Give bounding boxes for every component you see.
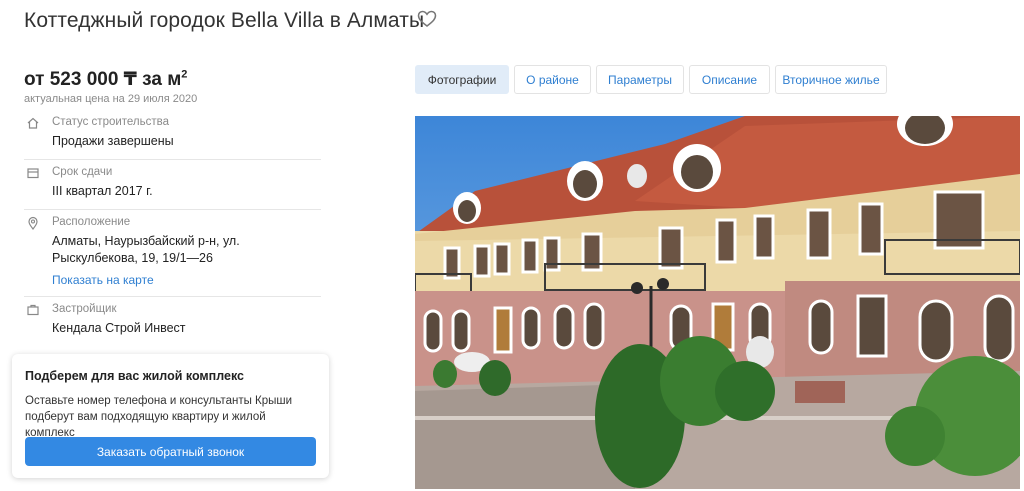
- info-item-developer: Застройщик Кендала Строй Инвест: [24, 297, 321, 346]
- price-unit-superscript: 2: [181, 68, 188, 81]
- status-label: Статус строительства: [52, 116, 170, 128]
- info-item-status: Статус строительства Продажи завершены: [24, 110, 321, 160]
- favorite-heart-icon[interactable]: [417, 10, 437, 28]
- info-list: Статус строительства Продажи завершены С…: [24, 110, 321, 346]
- callback-card: Подберем для вас жилой комплекс Оставьте…: [12, 354, 329, 478]
- show-on-map-link[interactable]: Показать на карте: [52, 273, 321, 287]
- page-header: Коттеджный городок Bella Villa в Алматы: [24, 8, 424, 34]
- deadline-label: Срок сдачи: [52, 166, 113, 178]
- home-icon: [26, 116, 40, 130]
- tab-bar: Фотографии О районе Параметры Описание В…: [415, 65, 887, 94]
- location-value: Алматы, Наурызбайский р-н, ул. Рыскулбек…: [52, 234, 240, 265]
- page-title: Коттеджный городок Bella Villa в Алматы: [24, 9, 425, 32]
- callback-text: Оставьте номер телефона и консультанты К…: [25, 395, 293, 439]
- tab-description[interactable]: Описание: [689, 65, 770, 94]
- status-value: Продажи завершены: [52, 134, 174, 148]
- location-label: Расположение: [52, 216, 131, 228]
- request-callback-button[interactable]: Заказать обратный звонок: [25, 437, 316, 466]
- price-value: от 523 000 ₸ за м: [24, 69, 182, 90]
- developer-label: Застройщик: [52, 303, 117, 315]
- info-item-deadline: Срок сдачи III квартал 2017 г.: [24, 160, 321, 210]
- callback-title: Подберем для вас жилой комплекс: [25, 369, 244, 383]
- tab-secondary-housing[interactable]: Вторичное жилье: [775, 65, 887, 94]
- deadline-value: III квартал 2017 г.: [52, 184, 153, 198]
- price-date-note: актуальная цена на 29 июля 2020: [24, 93, 198, 105]
- complex-photo[interactable]: [415, 116, 1020, 489]
- developer-value: Кендала Строй Инвест: [52, 321, 186, 335]
- map-pin-icon: [26, 216, 40, 231]
- tab-photos[interactable]: Фотографии: [415, 65, 509, 94]
- building-icon: [26, 303, 40, 317]
- tab-parameters[interactable]: Параметры: [596, 65, 684, 94]
- tab-area[interactable]: О районе: [514, 65, 591, 94]
- info-item-location: Расположение Алматы, Наурызбайский р-н, …: [24, 210, 321, 297]
- calendar-icon: [26, 166, 40, 180]
- price: от 523 000 ₸ за м2: [24, 68, 187, 91]
